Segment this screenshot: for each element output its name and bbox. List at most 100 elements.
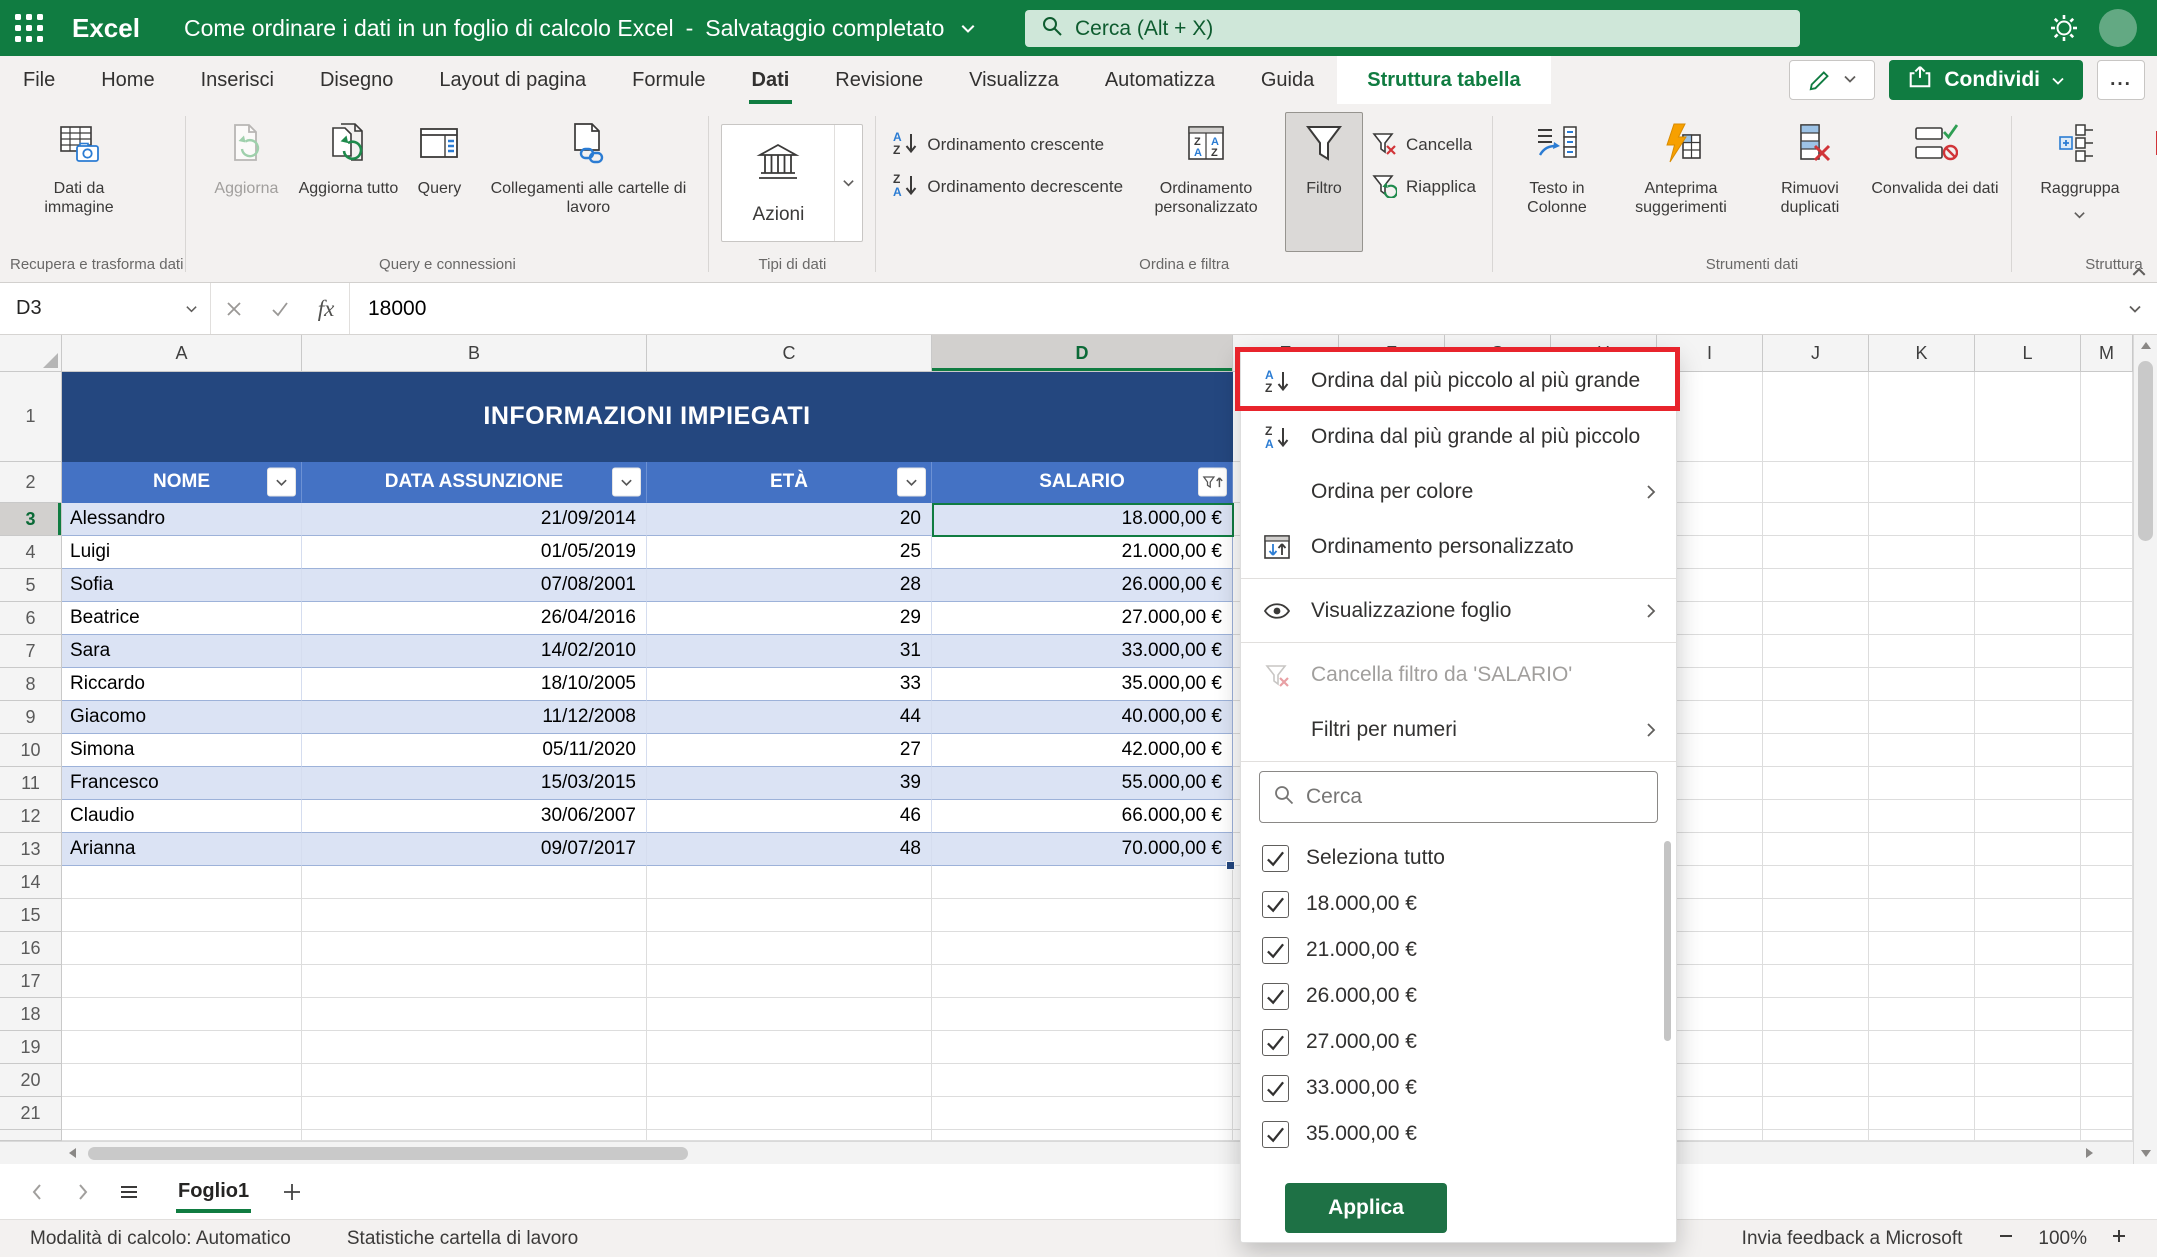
confirm-entry-icon[interactable] [257,283,303,334]
name-box[interactable]: D3 [0,283,211,334]
checkbox-checked-icon[interactable] [1262,983,1289,1010]
search-bar[interactable] [1025,10,1800,47]
row-header-16[interactable]: 16 [0,932,62,965]
cell-D21[interactable] [932,1097,1233,1130]
cell-K21[interactable] [1869,1097,1975,1130]
cell-J7[interactable] [1763,635,1869,668]
tab-revisione[interactable]: Revisione [812,56,946,104]
cell-J11[interactable] [1763,767,1869,800]
avatar[interactable] [2099,9,2137,47]
vertical-scrollbar[interactable] [2133,335,2157,1164]
ribbon-button-anteprima-suggerimenti[interactable]: Anteprima suggerimenti [1613,112,1749,252]
cell-K3[interactable] [1869,503,1975,536]
filter-button-nome[interactable] [267,468,296,497]
cell-C12[interactable]: 46 [647,800,932,833]
cell-L6[interactable] [1975,602,2081,635]
cell-C4[interactable]: 25 [647,536,932,569]
cell-J20[interactable] [1763,1064,1869,1097]
row-header-partial[interactable] [0,1130,62,1141]
cell-K1[interactable] [1869,372,1975,462]
cell-M12[interactable] [2081,800,2133,833]
cell-K9[interactable] [1869,701,1975,734]
zoom-out-icon[interactable] [1998,1228,2014,1250]
cell-C9[interactable]: 44 [647,701,932,734]
cell-C8[interactable]: 33 [647,668,932,701]
cell-K13[interactable] [1869,833,1975,866]
cell-B10[interactable]: 05/11/2020 [302,734,647,767]
cell-K8[interactable] [1869,668,1975,701]
row-header-3[interactable]: 3 [0,503,62,536]
cell-L4[interactable] [1975,536,2081,569]
menu-item-ordina-dal-pi-piccolo-al-pi-grande[interactable]: AZOrdina dal più piccolo al più grande [1241,353,1676,409]
cell-M16[interactable] [2081,932,2133,965]
cell-C7[interactable]: 31 [647,635,932,668]
ribbon-button-dati-da-immagine[interactable]: Dati da immagine [20,112,138,252]
cell-C13[interactable]: 48 [647,833,932,866]
cell-B12[interactable]: 30/06/2007 [302,800,647,833]
ribbon-button-cancella[interactable]: Cancella [1367,130,1476,160]
tab-formule[interactable]: Formule [609,56,728,104]
cell-L9[interactable] [1975,701,2081,734]
menu-item-visualizzazione-foglio[interactable]: Visualizzazione foglio [1241,583,1676,638]
cell-M8[interactable] [2081,668,2133,701]
ribbon-button-convalida-dei-dati[interactable]: Convalida dei dati [1871,112,1999,252]
cell-J5[interactable] [1763,569,1869,602]
tab-guida[interactable]: Guida [1238,56,1337,104]
menu-search-box[interactable] [1259,771,1658,823]
cell-D12[interactable]: 66.000,00 € [932,800,1233,833]
cell-M20[interactable] [2081,1064,2133,1097]
row-header-10[interactable]: 10 [0,734,62,767]
ribbon-button-query[interactable]: Query [402,112,476,252]
tab-dati[interactable]: Dati [729,56,813,104]
settings-gear-icon[interactable] [2049,13,2079,43]
tab-automatizza[interactable]: Automatizza [1082,56,1238,104]
cell-K[interactable] [1869,1130,1975,1141]
cell-C17[interactable] [647,965,932,998]
sheet-list-menu-icon[interactable] [106,1164,152,1219]
cell-A7[interactable]: Sara [62,635,302,668]
cell-D13[interactable]: 70.000,00 € [932,833,1233,866]
cell-B19[interactable] [302,1031,647,1064]
ribbon-button-raggruppa[interactable]: Raggruppa [2024,112,2136,252]
cell-C19[interactable] [647,1031,932,1064]
select-all-corner[interactable] [0,335,62,372]
cell-K5[interactable] [1869,569,1975,602]
tab-disegno[interactable]: Disegno [297,56,416,104]
cell-M17[interactable] [2081,965,2133,998]
cell-D5[interactable]: 26.000,00 € [932,569,1233,602]
tab-inserisci[interactable]: Inserisci [178,56,297,104]
cell-M18[interactable] [2081,998,2133,1031]
cell-A4[interactable]: Luigi [62,536,302,569]
cell-A12[interactable]: Claudio [62,800,302,833]
cell-J21[interactable] [1763,1097,1869,1130]
cell-M2[interactable] [2081,462,2133,503]
filter-sort-button-salario[interactable] [1198,468,1227,497]
row-header-4[interactable]: 4 [0,536,62,569]
scroll-right-icon[interactable] [2078,1142,2100,1164]
cell-A13[interactable]: Arianna [62,833,302,866]
cell-A15[interactable] [62,899,302,932]
menu-list-scrollbar[interactable] [1664,841,1671,1041]
cell-A5[interactable]: Sofia [62,569,302,602]
row-header-1[interactable]: 1 [0,372,62,462]
cell-C14[interactable] [647,866,932,899]
checkbox-checked-icon[interactable] [1262,1075,1289,1102]
filter-value-35-000-00[interactable]: 35.000,00 € [1241,1111,1676,1157]
cell-K10[interactable] [1869,734,1975,767]
cell-B[interactable] [302,1130,647,1141]
cell-L1[interactable] [1975,372,2081,462]
cell-J19[interactable] [1763,1031,1869,1064]
cell-D20[interactable] [932,1064,1233,1097]
cell-C10[interactable]: 27 [647,734,932,767]
filter-button-età[interactable] [897,468,926,497]
cell-L8[interactable] [1975,668,2081,701]
cell-M3[interactable] [2081,503,2133,536]
filter-value-21-000-00[interactable]: 21.000,00 € [1241,927,1676,973]
ribbon-splitbutton-main[interactable]: Azioni [722,125,834,241]
cell-J15[interactable] [1763,899,1869,932]
cell-C5[interactable]: 28 [647,569,932,602]
cell-K4[interactable] [1869,536,1975,569]
add-sheet-icon[interactable] [267,1164,317,1219]
cell-B18[interactable] [302,998,647,1031]
cell-D[interactable] [932,1130,1233,1141]
